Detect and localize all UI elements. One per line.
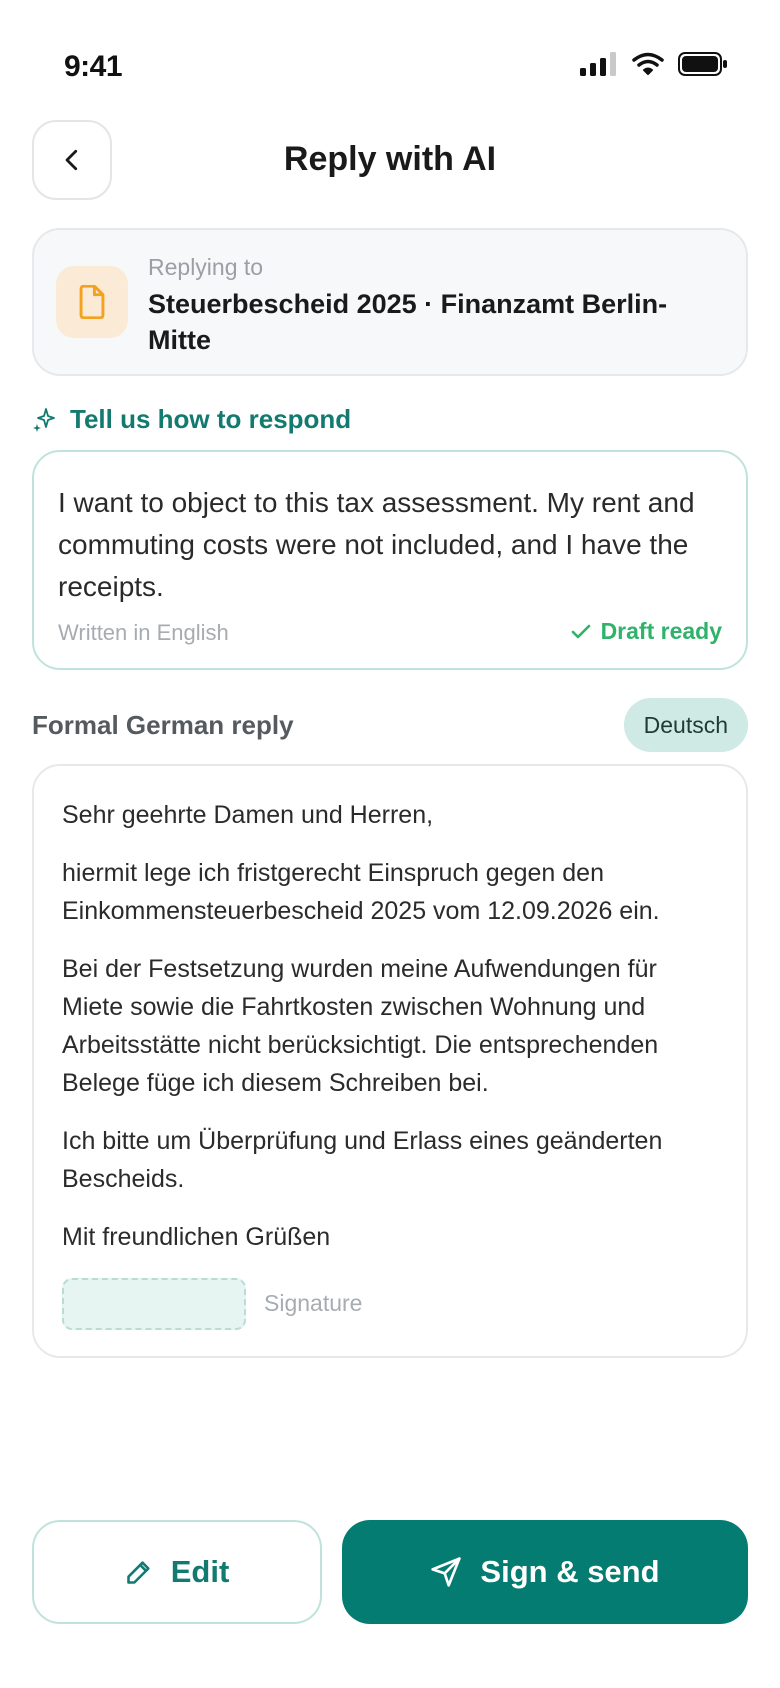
battery-icon <box>678 52 727 76</box>
edit-button-label: Edit <box>170 1554 230 1589</box>
signature-field[interactable] <box>62 1278 246 1330</box>
language-badge[interactable]: Deutsch <box>623 698 748 752</box>
status-icons <box>580 52 728 76</box>
letter-body: Sehr geehrte Damen und Herren, hiermit l… <box>62 796 722 1276</box>
sign-and-send-label: Sign & send <box>480 1554 660 1589</box>
page-title: Reply with AI <box>283 140 497 178</box>
check-icon <box>571 624 590 638</box>
header: Reply with AI <box>0 120 780 202</box>
replying-to-subject: Steuerbescheid 2025 · Finanzamt Berlin-M… <box>148 289 668 355</box>
reply-letter-card[interactable]: Sehr geehrte Damen und Herren, hiermit l… <box>32 764 748 1358</box>
status-time: 9:41 <box>64 50 123 83</box>
prompt-input[interactable]: I want to object to this tax assessment.… <box>32 450 748 670</box>
reply-heading: Formal German reply <box>32 710 294 740</box>
wifi-icon <box>632 52 664 75</box>
sign-and-send-button[interactable]: Sign & send <box>342 1520 748 1624</box>
cellular-signal-icon <box>580 52 616 76</box>
prompt-text[interactable]: I want to object to this tax assessment.… <box>58 482 726 608</box>
replying-to-label: Replying to <box>148 254 264 280</box>
prompt-language-note: Written in English <box>58 620 229 645</box>
prompt-section-heading: Tell us how to respond <box>32 404 351 435</box>
status-bar: 9:41 <box>0 0 780 120</box>
edit-button[interactable]: Edit <box>32 1520 322 1624</box>
paper-plane-icon <box>431 1557 462 1587</box>
document-icon <box>79 285 105 319</box>
letter-salutation: Sehr geehrte Damen und Herren, <box>62 801 434 829</box>
sparkle-icon <box>33 407 55 432</box>
replying-to-card[interactable]: Replying to Steuerbescheid 2025 · Finanz… <box>32 228 748 376</box>
pencil-icon <box>126 1561 150 1584</box>
letter-paragraph: Bei der Festsetzung wurden meine Aufwend… <box>62 955 659 1097</box>
letter-closing: Mit freundlichen Grüßen <box>62 1223 331 1251</box>
signature-label: Signature <box>264 1290 363 1316</box>
draft-status: Draft ready <box>571 618 722 645</box>
letter-paragraph: Ich bitte um Überprüfung und Erlass eine… <box>62 1127 663 1193</box>
document-tile <box>56 266 128 338</box>
letter-paragraph: hiermit lege ich fristgerecht Einspruch … <box>62 859 660 925</box>
prompt-heading: Tell us how to respond <box>70 404 352 434</box>
draft-status-label: Draft ready <box>600 618 722 644</box>
